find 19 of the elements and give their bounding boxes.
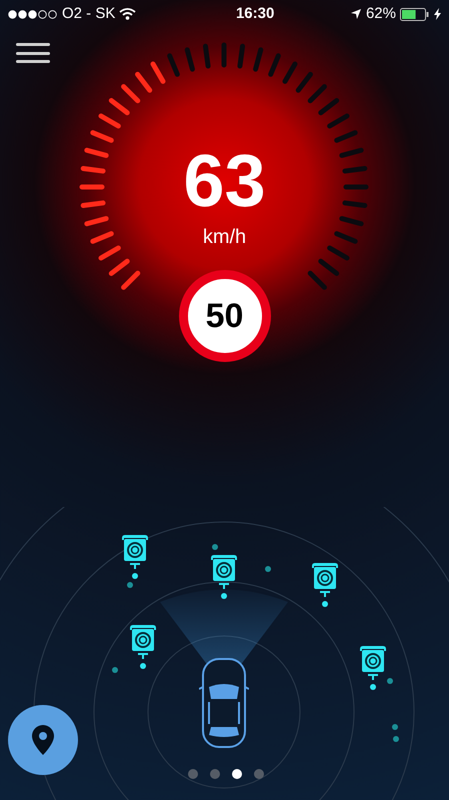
speed-unit: km/h bbox=[202, 225, 246, 250]
speed-camera-icon bbox=[357, 645, 389, 691]
wifi-icon bbox=[119, 8, 136, 20]
charging-bolt-icon bbox=[434, 8, 441, 20]
current-speed: 63 bbox=[183, 144, 266, 218]
location-arrow-icon bbox=[350, 8, 362, 20]
signal-strength-icon bbox=[8, 10, 58, 18]
battery-percentage: 62% bbox=[366, 4, 396, 24]
speed-camera-icon bbox=[309, 562, 341, 608]
speed-camera-icon bbox=[208, 554, 240, 600]
battery-icon bbox=[400, 8, 430, 20]
clock-time: 16:30 bbox=[236, 4, 274, 24]
speed-limit-value: 50 bbox=[206, 296, 244, 336]
speed-camera-icon bbox=[119, 534, 151, 580]
map-pin-icon bbox=[32, 725, 54, 755]
carrier-name: O2 - SK bbox=[62, 4, 116, 24]
car-icon bbox=[199, 657, 249, 749]
speed-camera-icon bbox=[127, 624, 159, 670]
menu-button[interactable] bbox=[16, 40, 50, 66]
